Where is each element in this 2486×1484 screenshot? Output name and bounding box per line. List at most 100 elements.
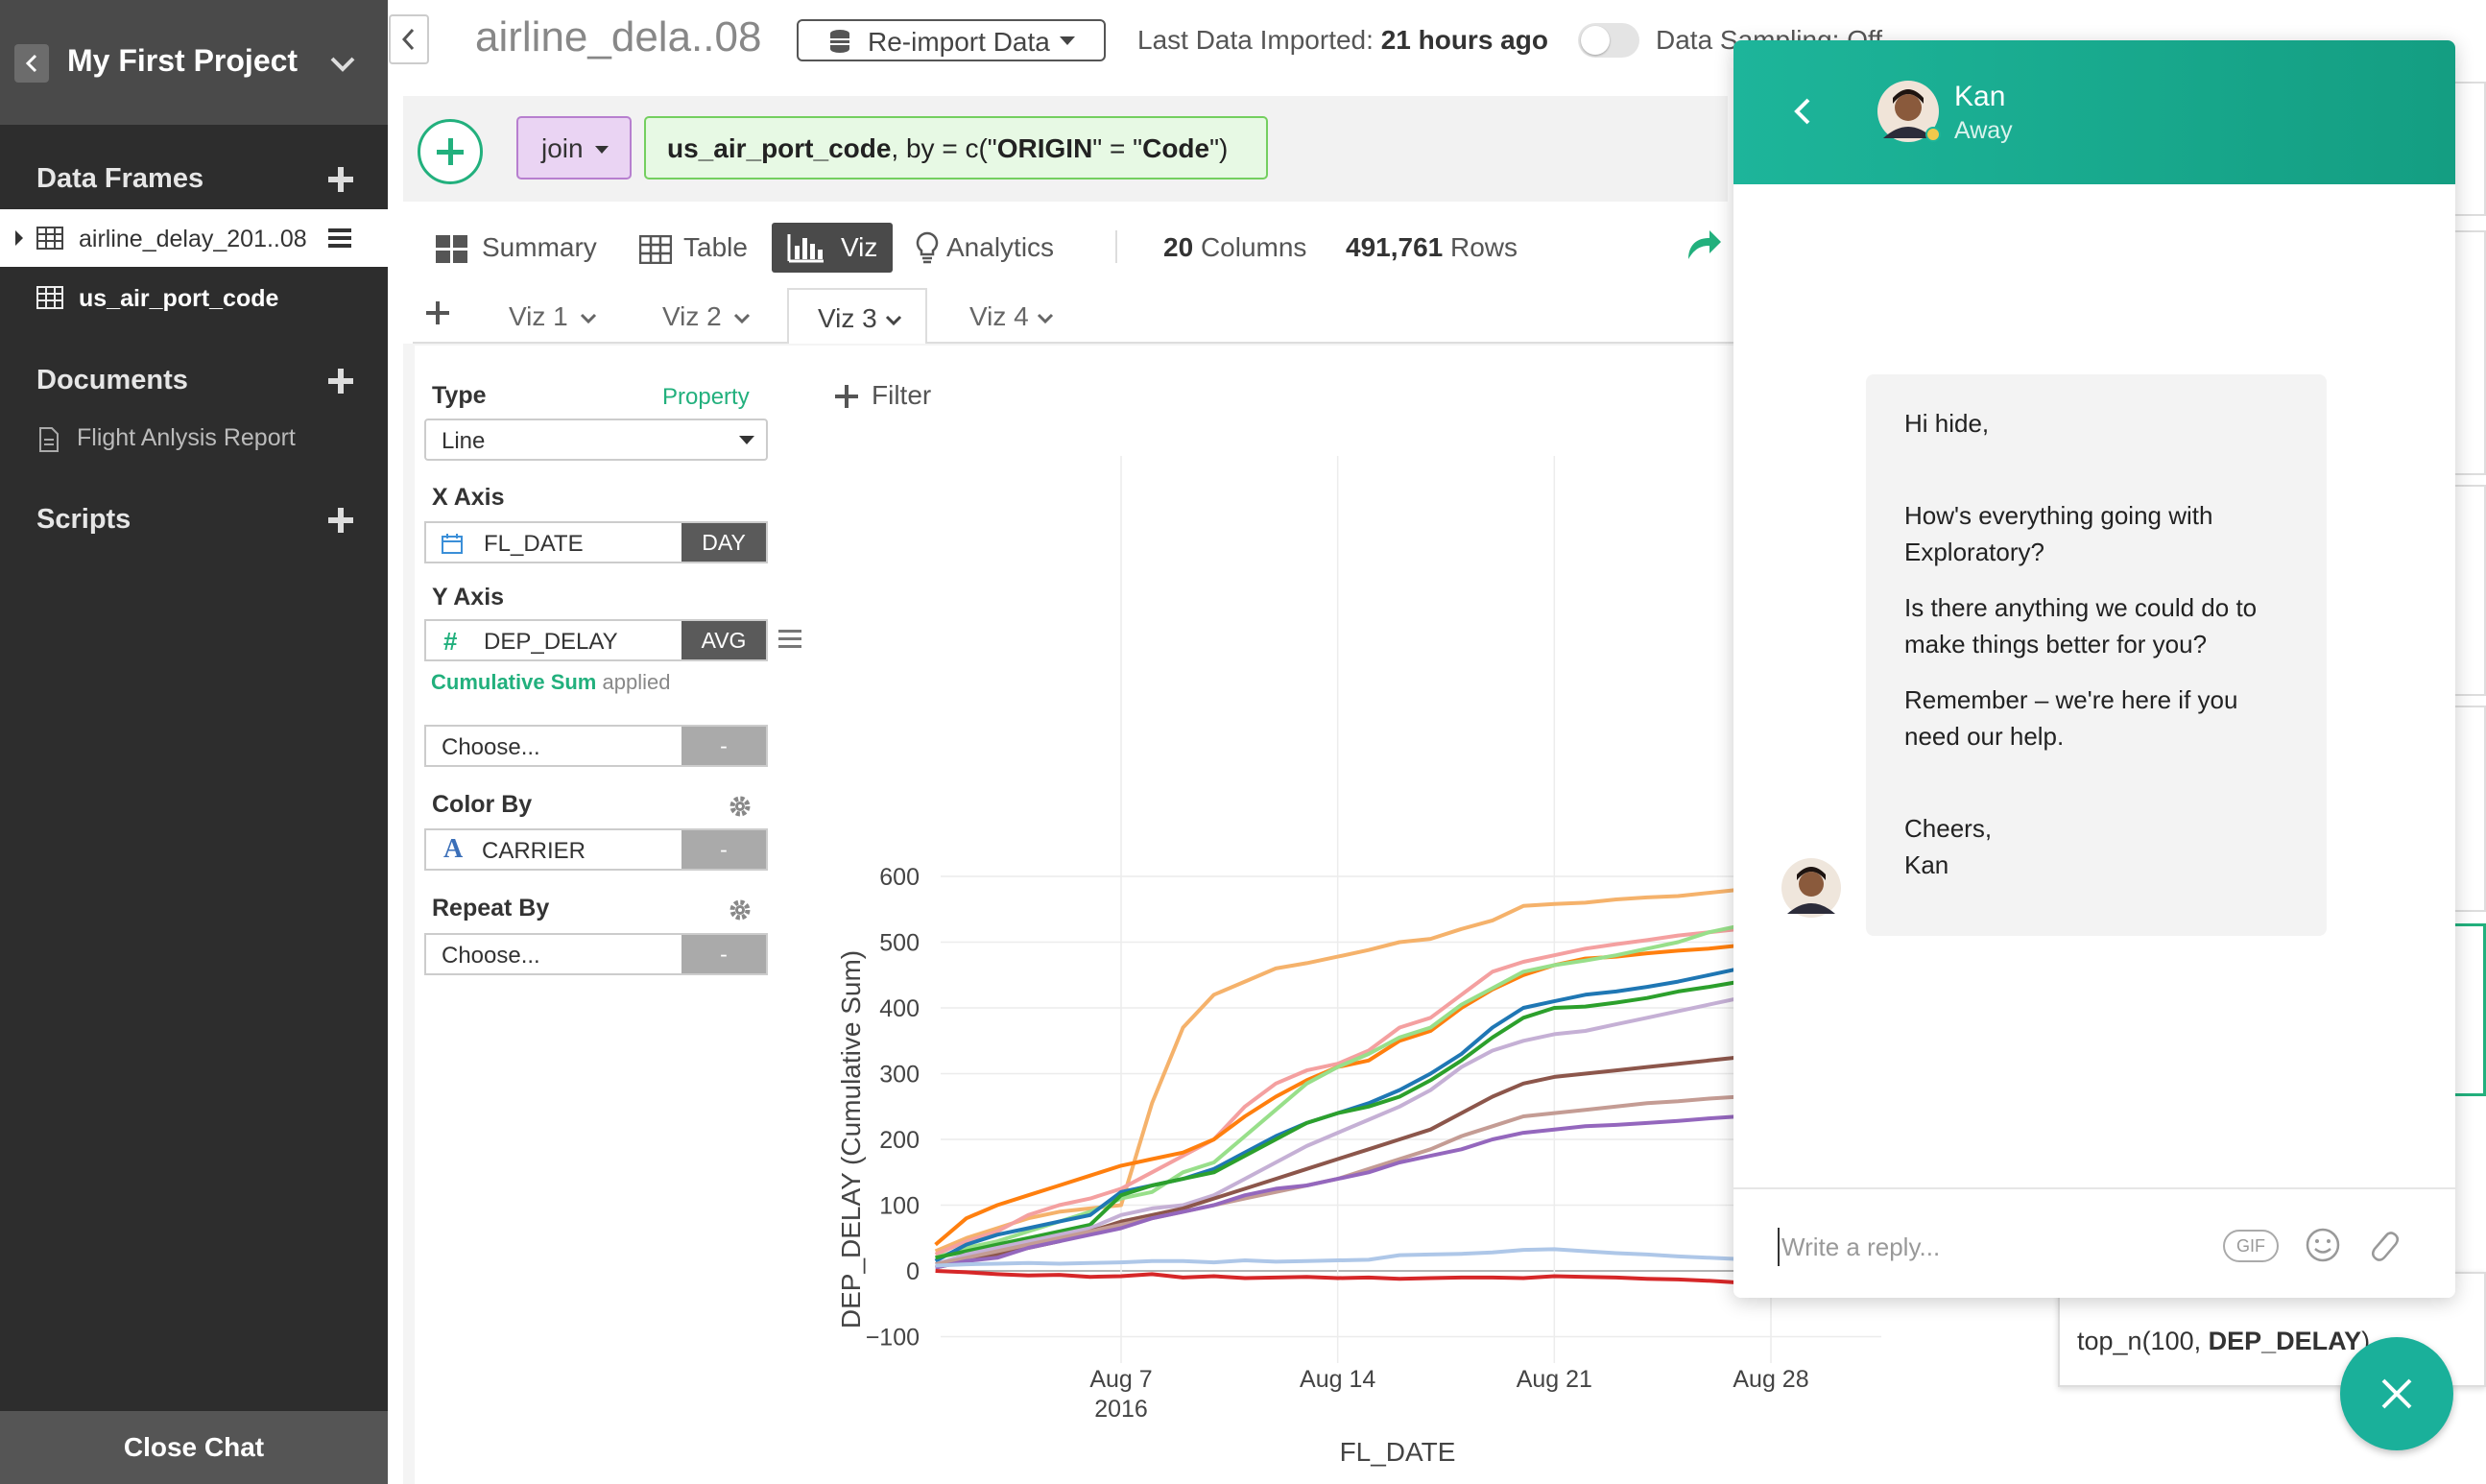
y-tick-label: 300 bbox=[879, 1062, 920, 1089]
message-line: Is there anything we could do to bbox=[1904, 593, 2258, 622]
x-axis-title: FL_DATE bbox=[1340, 1437, 1456, 1467]
step-expression[interactable]: us_air_port_code, by = c("ORIGIN" = "Cod… bbox=[644, 116, 1268, 180]
choose-placeholder: Choose... bbox=[442, 734, 540, 760]
x-axis-label: X Axis bbox=[432, 484, 505, 511]
table-icon bbox=[36, 227, 63, 250]
series-line bbox=[934, 917, 1772, 1260]
cumulative-sum-status: applied bbox=[602, 670, 671, 694]
repeat-by-label: Repeat By bbox=[432, 895, 550, 922]
add-viz-button[interactable] bbox=[426, 301, 449, 324]
chevron-down-icon[interactable] bbox=[326, 48, 359, 81]
choose-placeholder: Choose... bbox=[442, 943, 540, 969]
repeat-by-field[interactable]: Choose... - bbox=[424, 933, 768, 975]
add-step-button[interactable] bbox=[418, 119, 483, 184]
message-line: Exploratory? bbox=[1904, 538, 2044, 566]
y-axis-field[interactable]: # DEP_DELAY AVG bbox=[424, 619, 768, 661]
y-axis-field-value: DEP_DELAY bbox=[484, 629, 618, 655]
chat-back-icon[interactable] bbox=[1787, 92, 1816, 131]
y-tick-label: 0 bbox=[906, 1258, 920, 1285]
y-axis-aggregation-button[interactable]: AVG bbox=[681, 621, 766, 659]
x-tick-label: Aug 14 bbox=[1300, 1366, 1375, 1393]
row-count: 491,761 Rows bbox=[1346, 232, 1518, 263]
menu-icon[interactable] bbox=[326, 227, 353, 250]
row-count-label: Rows bbox=[1450, 232, 1518, 262]
tab-table[interactable]: Table bbox=[637, 223, 762, 273]
project-header: My First Project bbox=[0, 0, 388, 125]
close-chat-button[interactable]: Close Chat bbox=[0, 1411, 388, 1484]
tab-summary[interactable]: Summary bbox=[432, 223, 605, 273]
section-data-frames: Data Frames bbox=[36, 163, 204, 194]
reply-input[interactable] bbox=[1778, 1228, 2181, 1266]
step-card-text-part: top_n(100, bbox=[2077, 1327, 2209, 1355]
command-dropdown[interactable]: join bbox=[516, 116, 632, 180]
expr-target: us_air_port_code bbox=[667, 133, 892, 163]
chevron-down-icon bbox=[733, 313, 751, 324]
viz-tab-4[interactable]: Viz 4 bbox=[952, 288, 1067, 344]
viz-tab-1[interactable]: Viz 1 bbox=[491, 288, 607, 344]
chevron-down-icon bbox=[885, 315, 902, 326]
reimport-data-button[interactable]: Re-import Data bbox=[797, 19, 1106, 61]
step-card-text: top_n(100, DEP_DELAY) bbox=[2077, 1327, 2370, 1356]
sidebar: My First Project Data Frames airline_del… bbox=[0, 0, 388, 1484]
share-arrow-icon[interactable] bbox=[1685, 227, 1723, 265]
color-by-field-value: CARRIER bbox=[482, 838, 586, 864]
expr-part: ") bbox=[1209, 133, 1229, 163]
project-title[interactable]: My First Project bbox=[67, 43, 298, 79]
filter-label: Filter bbox=[872, 380, 932, 410]
document-icon bbox=[39, 427, 59, 452]
x-axis-field[interactable]: FL_DATE DAY bbox=[424, 521, 768, 563]
expr-key: ORIGIN bbox=[996, 133, 1093, 163]
add-script-button[interactable] bbox=[326, 506, 355, 535]
data-frame-title: airline_dela..08 bbox=[475, 13, 762, 60]
add-data-frame-button[interactable] bbox=[326, 165, 355, 194]
menu-icon[interactable] bbox=[777, 628, 802, 651]
chart-type-select[interactable]: Line bbox=[424, 419, 768, 461]
add-document-button[interactable] bbox=[326, 367, 355, 395]
plus-icon bbox=[835, 385, 858, 408]
last-imported-text: Last Data Imported: 21 hours ago bbox=[1137, 25, 1548, 56]
repeat-by-option-button[interactable]: - bbox=[681, 935, 766, 973]
avatar bbox=[1781, 858, 1841, 918]
x-axis-unit-button[interactable]: DAY bbox=[681, 523, 766, 562]
y-tick-label: 100 bbox=[879, 1193, 920, 1220]
cumulative-sum-note[interactable]: Cumulative Sum applied bbox=[431, 670, 670, 695]
chevron-down-icon bbox=[1037, 313, 1054, 324]
viz-tab-3[interactable]: Viz 3 bbox=[787, 288, 927, 344]
color-by-field[interactable]: A CARRIER - bbox=[424, 828, 768, 871]
color-by-option-button[interactable]: - bbox=[681, 830, 766, 869]
toggle-knob[interactable] bbox=[1581, 26, 1610, 55]
expr-part: , by = c(" bbox=[891, 133, 997, 163]
emoji-icon[interactable] bbox=[2304, 1226, 2342, 1264]
tab-viz[interactable]: Viz bbox=[772, 223, 893, 273]
chevron-down-icon bbox=[580, 313, 597, 324]
y2-field-select[interactable]: Choose... - bbox=[424, 725, 768, 767]
table-icon bbox=[639, 235, 672, 264]
data-frame-item[interactable]: us_air_port_code bbox=[0, 269, 388, 326]
viz-tab-2[interactable]: Viz 2 bbox=[645, 288, 760, 344]
chat-conversation: Hi hide, How's everything going with Exp… bbox=[1733, 184, 2455, 1192]
y2-aggregation-button[interactable]: - bbox=[681, 727, 766, 765]
project-back-button[interactable] bbox=[14, 44, 49, 83]
gif-button[interactable]: GIF bbox=[2223, 1230, 2279, 1262]
viz-tab-label: Viz 1 bbox=[509, 301, 568, 331]
property-link[interactable]: Property bbox=[662, 384, 750, 411]
lightbulb-icon bbox=[916, 231, 939, 264]
tab-analytics[interactable]: Analytics bbox=[914, 223, 1077, 273]
font-icon: A bbox=[443, 834, 464, 864]
message-line: Remember – we're here if you bbox=[1904, 685, 2238, 714]
close-chat-fab[interactable] bbox=[2340, 1337, 2453, 1450]
y-tick-label: 600 bbox=[879, 864, 920, 891]
gear-icon[interactable] bbox=[727, 897, 753, 923]
paperclip-icon[interactable] bbox=[2363, 1224, 2402, 1266]
y-axis-title: DEP_DELAY (Cumulative Sum) bbox=[836, 950, 866, 1328]
gear-icon[interactable] bbox=[727, 793, 753, 820]
data-frame-item[interactable]: airline_delay_201..08 bbox=[0, 209, 388, 267]
agent-status: Away bbox=[1954, 117, 2013, 144]
close-icon bbox=[2381, 1378, 2412, 1409]
tab-label: Analytics bbox=[946, 232, 1055, 262]
series-line bbox=[935, 1247, 1772, 1268]
tab-label: Table bbox=[683, 232, 748, 262]
collapse-sidebar-button[interactable] bbox=[389, 14, 429, 64]
section-scripts: Scripts bbox=[36, 504, 131, 535]
message-line: How's everything going with bbox=[1904, 501, 2213, 530]
